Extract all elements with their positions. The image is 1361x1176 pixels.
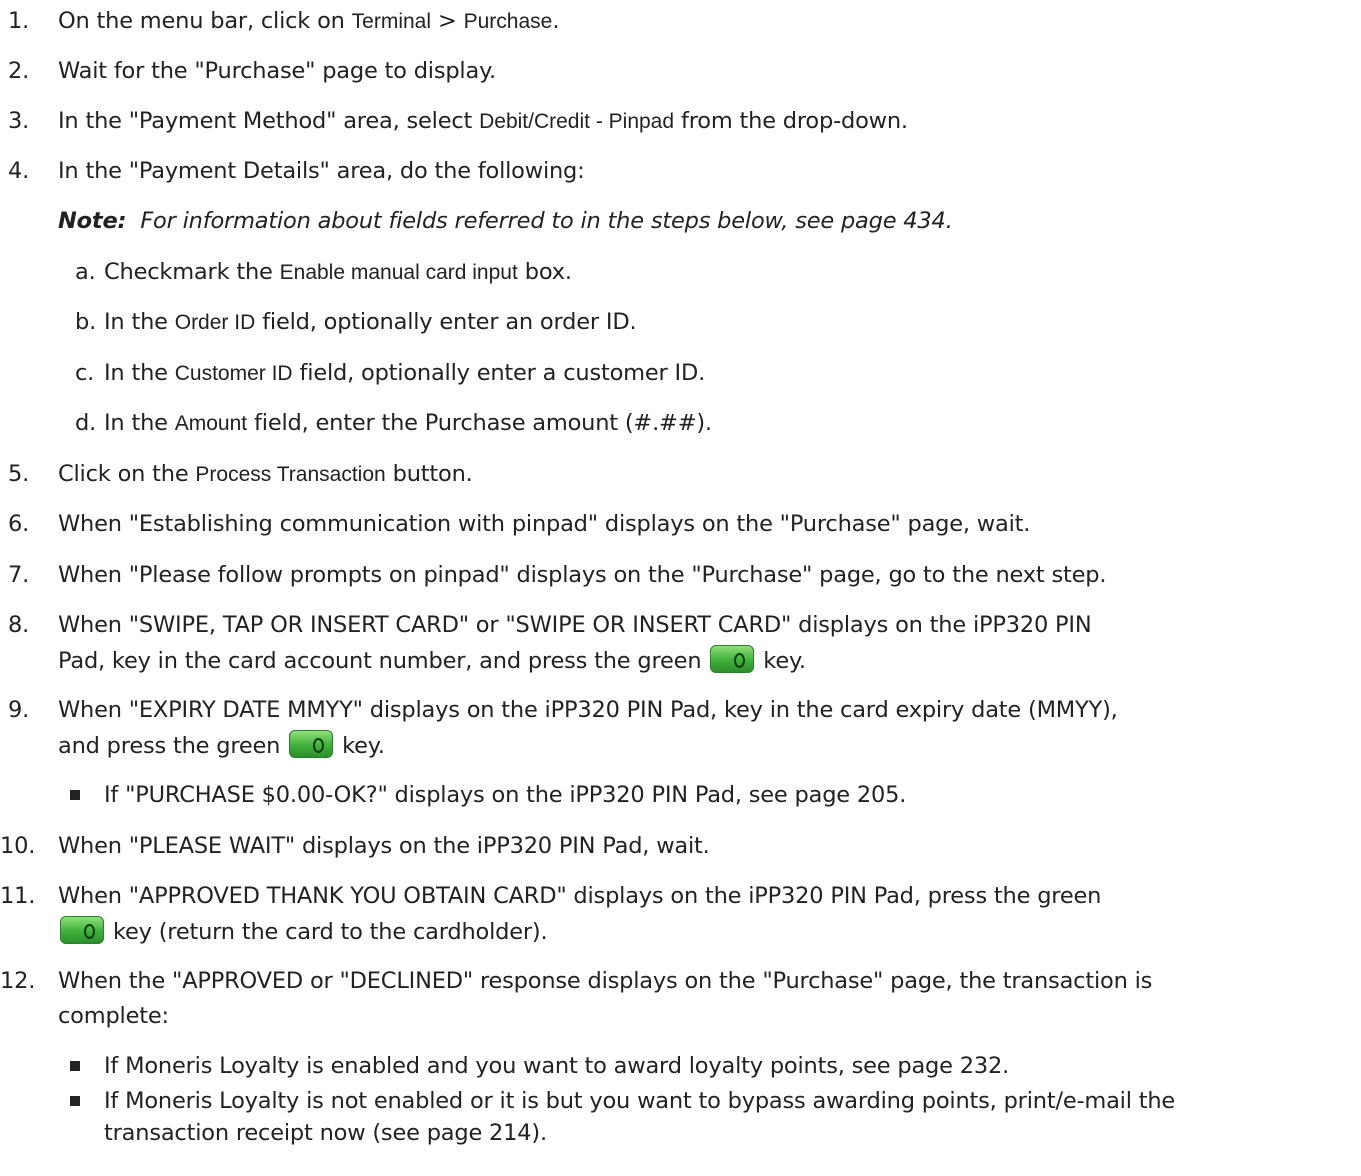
step-number: 10. [0, 833, 36, 859]
ui-term-amount: Amount [174, 412, 248, 435]
bullet-icon [70, 790, 80, 800]
green-ok-key-icon [710, 645, 755, 673]
ui-term-debit-credit-pinpad: Debit/Credit - Pinpad [479, 110, 675, 133]
note-text: For information about fields referred to… [140, 208, 953, 234]
step-text: In the "Payment Method" area, select Deb… [58, 108, 908, 134]
procedure-page: 1. On the menu bar, click on Terminal > … [0, 0, 1361, 1176]
step-text: Pad, key in the card account number, and… [58, 645, 806, 676]
ui-term-terminal: Terminal [351, 10, 432, 33]
step-text: When the "APPROVED or "DECLINED" respons… [58, 968, 1153, 994]
step-number: 6. [8, 511, 30, 537]
step-number: 5. [8, 461, 30, 487]
bullet-icon [70, 1061, 80, 1071]
bullet-text: transaction receipt now (see page 214). [104, 1120, 547, 1146]
substep-text: In the Order ID field, optionally enter … [104, 309, 637, 335]
note-label: Note: [58, 208, 127, 234]
ui-term-order-id: Order ID [174, 311, 256, 334]
step-text: In the "Payment Details" area, do the fo… [58, 158, 585, 184]
step-number: 7. [8, 562, 30, 588]
step-number: 9. [8, 697, 30, 723]
bullet-text: If Moneris Loyalty is enabled and you wa… [104, 1053, 1010, 1079]
step-number: 11. [0, 883, 36, 909]
step-text: When "PLEASE WAIT" displays on the iPP32… [58, 833, 710, 859]
step-text: When "Establishing communication with pi… [58, 511, 1031, 537]
step-number: 2. [8, 58, 30, 84]
step-number: 8. [8, 612, 30, 638]
step-text: When "APPROVED THANK YOU OBTAIN CARD" di… [58, 883, 1102, 909]
ui-term-process-transaction: Process Transaction [195, 463, 386, 486]
step-text: On the menu bar, click on Terminal > Pur… [58, 8, 560, 34]
bullet-text: If "PURCHASE $0.00-OK?" displays on the … [104, 782, 907, 808]
ui-term-customer-id: Customer ID [174, 362, 293, 385]
substep-text: In the Customer ID field, optionally ent… [104, 360, 706, 386]
step-text: When "SWIPE, TAP OR INSERT CARD" or "SWI… [58, 612, 1092, 638]
step-text: When "EXPIRY DATE MMYY" displays on the … [58, 697, 1118, 723]
step-number: 1. [8, 8, 30, 34]
step-number: 3. [8, 108, 30, 134]
step-text: Click on the Process Transaction button. [58, 461, 473, 487]
green-ok-key-icon [60, 916, 104, 944]
bullet-icon [70, 1096, 80, 1106]
bullet-text: If Moneris Loyalty is not enabled or it … [104, 1088, 1176, 1114]
step-text: key (return the card to the cardholder). [58, 916, 548, 947]
substep-text: In the Amount field, enter the Purchase … [104, 410, 712, 436]
step-number: 12. [0, 968, 36, 994]
ui-term-purchase: Purchase [463, 10, 553, 33]
step-text: When "Please follow prompts on pinpad" d… [58, 562, 1107, 588]
step-text: Wait for the "Purchase" page to display. [58, 58, 496, 84]
green-ok-key-icon [289, 730, 334, 758]
ui-term-enable-manual-card-input: Enable manual card input [279, 261, 518, 284]
substep-text: Checkmark the Enable manual card input b… [104, 259, 572, 285]
step-text: complete: [58, 1003, 169, 1029]
step-text: and press the green key. [58, 730, 385, 761]
step-number: 4. [8, 158, 30, 184]
